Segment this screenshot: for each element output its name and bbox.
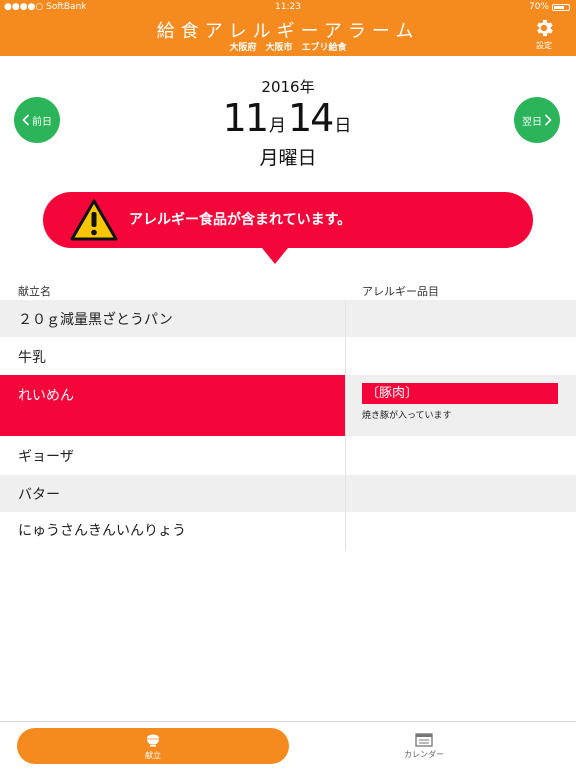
table-row[interactable]: ２０ｇ減量黒ざとうパン (0, 300, 576, 337)
prev-day-label: 前日 (32, 116, 52, 128)
allergy-cell (346, 436, 576, 475)
day-unit: 日 (334, 116, 352, 136)
settings-label: 設定 (536, 41, 552, 50)
allergy-alert-banner: アレルギー食品が含まれています。 (43, 192, 533, 248)
allergen-tag: 〔豚肉〕 (362, 383, 558, 404)
prev-day-button[interactable]: 前日 (14, 97, 60, 143)
rice-bowl-icon (146, 734, 160, 747)
app-subtitle: 大阪府 大阪市 エブリ給食 (229, 43, 347, 53)
tab-bar: 献立 カレンダー (0, 721, 576, 769)
date-display: 11 月14 日 (0, 96, 576, 140)
allergy-cell (346, 475, 576, 512)
warning-icon (70, 199, 118, 241)
column-divider (345, 300, 346, 550)
weekday-label: 月曜日 (259, 147, 317, 169)
allergy-cell (346, 512, 576, 550)
menu-item-name: にゅうさんきんいんりょう (18, 523, 186, 539)
tab-menu-label: 献立 (145, 751, 161, 760)
settings-button[interactable]: 設定 (524, 17, 564, 51)
menu-item-name: バター (18, 487, 60, 503)
allergy-column-header: アレルギー品目 (362, 285, 439, 298)
battery-percent: 70% (528, 2, 549, 12)
gear-icon (537, 19, 553, 37)
menu-column-header: 献立名 (18, 285, 51, 298)
tab-calendar[interactable]: カレンダー (380, 730, 468, 764)
chevron-right-icon (544, 114, 552, 126)
calendar-icon (415, 733, 433, 747)
allergy-cell: 〔豚肉〕 焼き豚が入っています (346, 375, 576, 436)
tab-calendar-label: カレンダー (404, 750, 444, 759)
menu-item-name: ギョーザ (18, 449, 74, 465)
allergy-cell (346, 337, 576, 375)
battery-icon (552, 3, 570, 11)
table-row[interactable]: バター (0, 475, 576, 512)
month-number: 11 (222, 96, 269, 140)
next-day-label: 翌日 (522, 116, 542, 128)
year-label: 2016年 (261, 78, 315, 96)
menu-item-name: ２０ｇ減量黒ざとうパン (18, 312, 173, 328)
next-day-button[interactable]: 翌日 (514, 97, 560, 143)
menu-cell (0, 337, 345, 375)
alert-pointer (262, 248, 288, 264)
table-row[interactable]: ギョーザ (0, 436, 576, 475)
allergy-cell (346, 300, 576, 337)
table-row[interactable]: にゅうさんきんいんりょう (0, 512, 576, 550)
battery-fill (554, 5, 564, 9)
status-right: 70% (529, 0, 570, 14)
table-row-allergen[interactable]: 〔豚肉〕 焼き豚が入っています れいめん (0, 375, 576, 436)
tab-menu[interactable]: 献立 (17, 728, 289, 764)
menu-item-name: 牛乳 (18, 350, 46, 366)
table-row[interactable]: 牛乳 (0, 337, 576, 375)
month-unit: 月 (269, 116, 286, 136)
day-number: 14 (288, 96, 334, 140)
status-time: 11:23 (275, 2, 301, 12)
app-header: 給食アレルギーアラーム 大阪府 大阪市 エブリ給食 設定 (0, 14, 576, 56)
menu-item-name: れいめん (18, 388, 74, 404)
chevron-left-icon (22, 114, 30, 126)
status-bar: ●●●●○ SoftBank 11:23 70% (0, 0, 576, 14)
alert-message: アレルギー食品が含まれています。 (129, 212, 352, 228)
allergen-note: 焼き豚が入っています (362, 411, 452, 421)
